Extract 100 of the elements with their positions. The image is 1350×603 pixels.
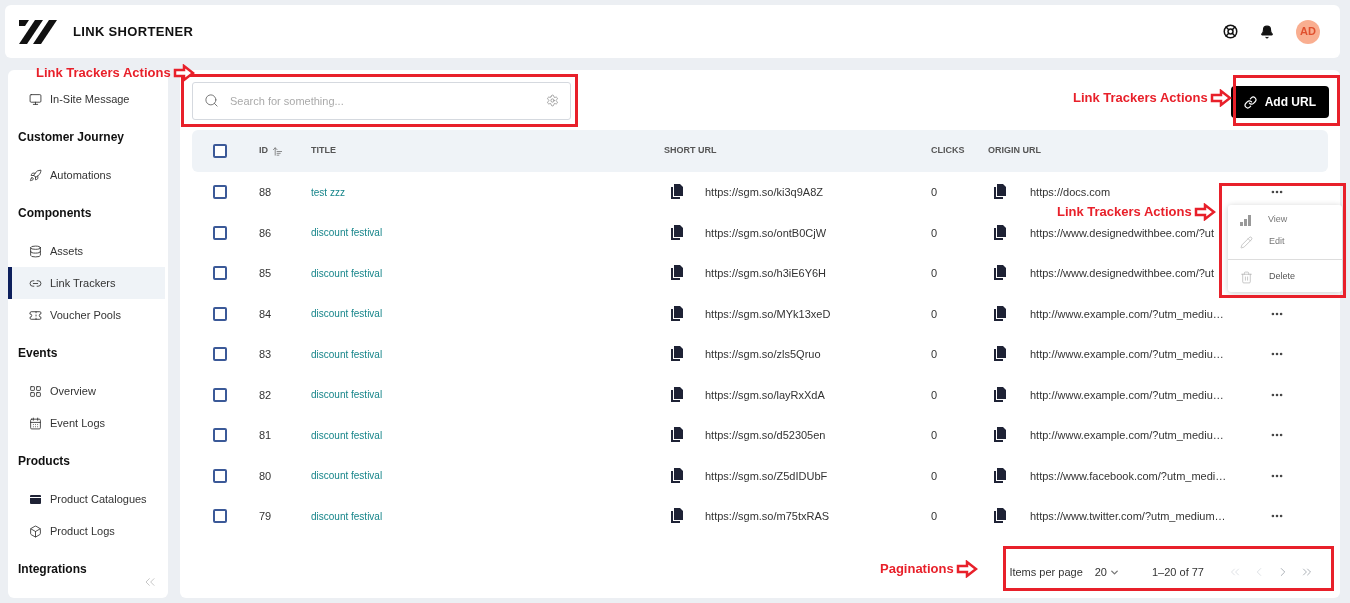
trash-icon bbox=[1240, 270, 1253, 284]
sidebar-item[interactable]: Overview bbox=[8, 375, 165, 407]
checkbox[interactable] bbox=[213, 468, 227, 483]
copy-icon bbox=[993, 508, 1007, 525]
checkbox[interactable] bbox=[213, 225, 227, 240]
table-cell-text: 0 bbox=[930, 266, 938, 281]
checkbox[interactable] bbox=[213, 144, 227, 158]
monitor-icon bbox=[29, 92, 42, 106]
menu-item[interactable]: Delete bbox=[1228, 266, 1342, 288]
rocket-icon bbox=[29, 168, 42, 182]
arrow-icon bbox=[1209, 88, 1232, 107]
search-field[interactable]: Search for something... bbox=[192, 82, 571, 120]
double-chevron-icon bbox=[1300, 565, 1314, 579]
cube-icon bbox=[29, 524, 42, 538]
table-cell-text: 83 bbox=[258, 347, 272, 362]
table-cell-text: https://sgm.so/h3iE6Y6H bbox=[705, 266, 827, 281]
sidebar-item[interactable]: Assets bbox=[8, 235, 165, 267]
checkbox[interactable] bbox=[213, 387, 227, 402]
table-cell-text: 86 bbox=[258, 225, 272, 241]
title-link[interactable]: test zzz bbox=[311, 184, 345, 200]
table-cell-text: https://sgm.so/MYk13xeD bbox=[705, 306, 831, 322]
add-url-button[interactable]: Add URL bbox=[1230, 86, 1329, 118]
column-header[interactable]: ORIGIN URL bbox=[988, 144, 1041, 158]
title-link[interactable]: discount festival bbox=[311, 265, 383, 281]
copy-icon bbox=[670, 508, 684, 525]
copy-icon bbox=[993, 346, 1007, 363]
copy-icon bbox=[993, 305, 1007, 322]
title-link[interactable]: discount festival bbox=[311, 346, 383, 362]
search-icon bbox=[204, 93, 219, 108]
annotation-label: Link Trackers Actions bbox=[1073, 89, 1208, 107]
table-cell-text: https://sgm.so/zls5Qruo bbox=[705, 347, 821, 362]
sidebar-item[interactable]: Automations bbox=[8, 159, 165, 191]
checkbox[interactable] bbox=[213, 266, 227, 281]
copy-icon bbox=[670, 224, 684, 241]
grid-icon bbox=[29, 384, 42, 398]
column-header[interactable]: SHORT URL bbox=[664, 144, 717, 158]
title-link[interactable]: discount festival bbox=[311, 427, 383, 443]
ticket-icon bbox=[29, 308, 42, 322]
items-per-page-label: Items per page bbox=[1009, 564, 1083, 580]
table-cell-text: https://www.designedwithbee.com/?ut bbox=[1030, 266, 1215, 281]
table-cell-text: 85 bbox=[258, 266, 272, 281]
copy-icon bbox=[993, 265, 1007, 282]
calendar-icon bbox=[29, 416, 42, 430]
table-cell-text: 0 bbox=[930, 509, 938, 524]
copy-icon bbox=[670, 184, 684, 201]
table-cell-text: https://sgm.so/ontB0CjW bbox=[705, 225, 827, 241]
menu-item[interactable]: Edit bbox=[1228, 231, 1342, 253]
sidebar-item[interactable]: Event Logs bbox=[8, 407, 165, 439]
table-cell-text: https://www.facebook.com/?utm_medi… bbox=[1030, 468, 1227, 484]
table-cell-text: https://sgm.so/ki3q9A8Z bbox=[705, 185, 823, 200]
column-header[interactable]: ID bbox=[259, 144, 268, 158]
sidebar-item[interactable]: Voucher Pools bbox=[8, 299, 165, 331]
copy-icon bbox=[993, 224, 1007, 241]
pencil-icon bbox=[1240, 235, 1253, 249]
arrow-icon bbox=[955, 559, 978, 578]
table-cell-text: http://www.example.com/?utm_mediu… bbox=[1030, 387, 1224, 403]
sidebar-heading: Integrations bbox=[18, 561, 87, 578]
sidebar-heading: Customer Journey bbox=[18, 129, 125, 146]
notification-icon[interactable] bbox=[1260, 24, 1274, 39]
annotation-label: Link Trackers Actions bbox=[1057, 203, 1192, 221]
title-link[interactable]: discount festival bbox=[311, 468, 383, 484]
title-link[interactable]: discount festival bbox=[311, 225, 383, 241]
arrow-icon bbox=[1193, 202, 1216, 221]
copy-icon bbox=[993, 184, 1007, 201]
title-link[interactable]: discount festival bbox=[311, 387, 383, 403]
checkbox[interactable] bbox=[213, 428, 227, 443]
annotation-label: Link Trackers Actions bbox=[36, 64, 171, 82]
checkbox[interactable] bbox=[213, 185, 227, 200]
checkbox[interactable] bbox=[213, 306, 227, 321]
table-cell-text: https://sgm.so/layRxXdA bbox=[705, 387, 825, 403]
title-link[interactable]: discount festival bbox=[311, 306, 383, 322]
checkbox[interactable] bbox=[213, 347, 227, 362]
table-cell-text: http://www.example.com/?utm_mediu… bbox=[1030, 428, 1224, 443]
copy-icon bbox=[670, 467, 684, 484]
bar-chart-icon bbox=[1240, 214, 1252, 226]
help-icon[interactable] bbox=[1223, 24, 1238, 39]
sidebar-item[interactable]: Product Catalogues bbox=[8, 483, 165, 515]
table-cell-text: 0 bbox=[930, 306, 938, 322]
copy-icon bbox=[670, 427, 684, 444]
sidebar-heading: Products bbox=[18, 453, 70, 470]
column-header[interactable]: TITLE bbox=[311, 144, 336, 158]
table-cell-text: 0 bbox=[930, 347, 938, 362]
copy-icon bbox=[670, 305, 684, 322]
title-link[interactable]: discount festival bbox=[311, 508, 383, 524]
table-cell-text: https://sgm.so/m75txRAS bbox=[705, 509, 830, 524]
table-cell-text: https://sgm.so/d52305en bbox=[705, 428, 826, 443]
copy-icon bbox=[993, 467, 1007, 484]
sidebar-item[interactable]: Link Trackers bbox=[8, 267, 165, 299]
card-icon bbox=[29, 492, 42, 506]
page-range: 1–20 of 77 bbox=[1152, 564, 1204, 580]
sidebar-item[interactable]: Product Logs bbox=[8, 515, 165, 547]
menu-item[interactable]: View bbox=[1228, 209, 1342, 231]
checkbox[interactable] bbox=[213, 509, 227, 524]
sort-icon[interactable] bbox=[272, 145, 283, 157]
page-size-dropdown[interactable]: 20 bbox=[1094, 563, 1120, 581]
sidebar-item[interactable]: In-Site Message bbox=[8, 83, 165, 115]
table-cell-text: 0 bbox=[930, 387, 938, 403]
table-cell-text: https://www.twitter.com/?utm_medium… bbox=[1030, 509, 1226, 524]
table-cell-text: 82 bbox=[258, 387, 272, 403]
column-header[interactable]: CLICKS bbox=[931, 144, 965, 158]
